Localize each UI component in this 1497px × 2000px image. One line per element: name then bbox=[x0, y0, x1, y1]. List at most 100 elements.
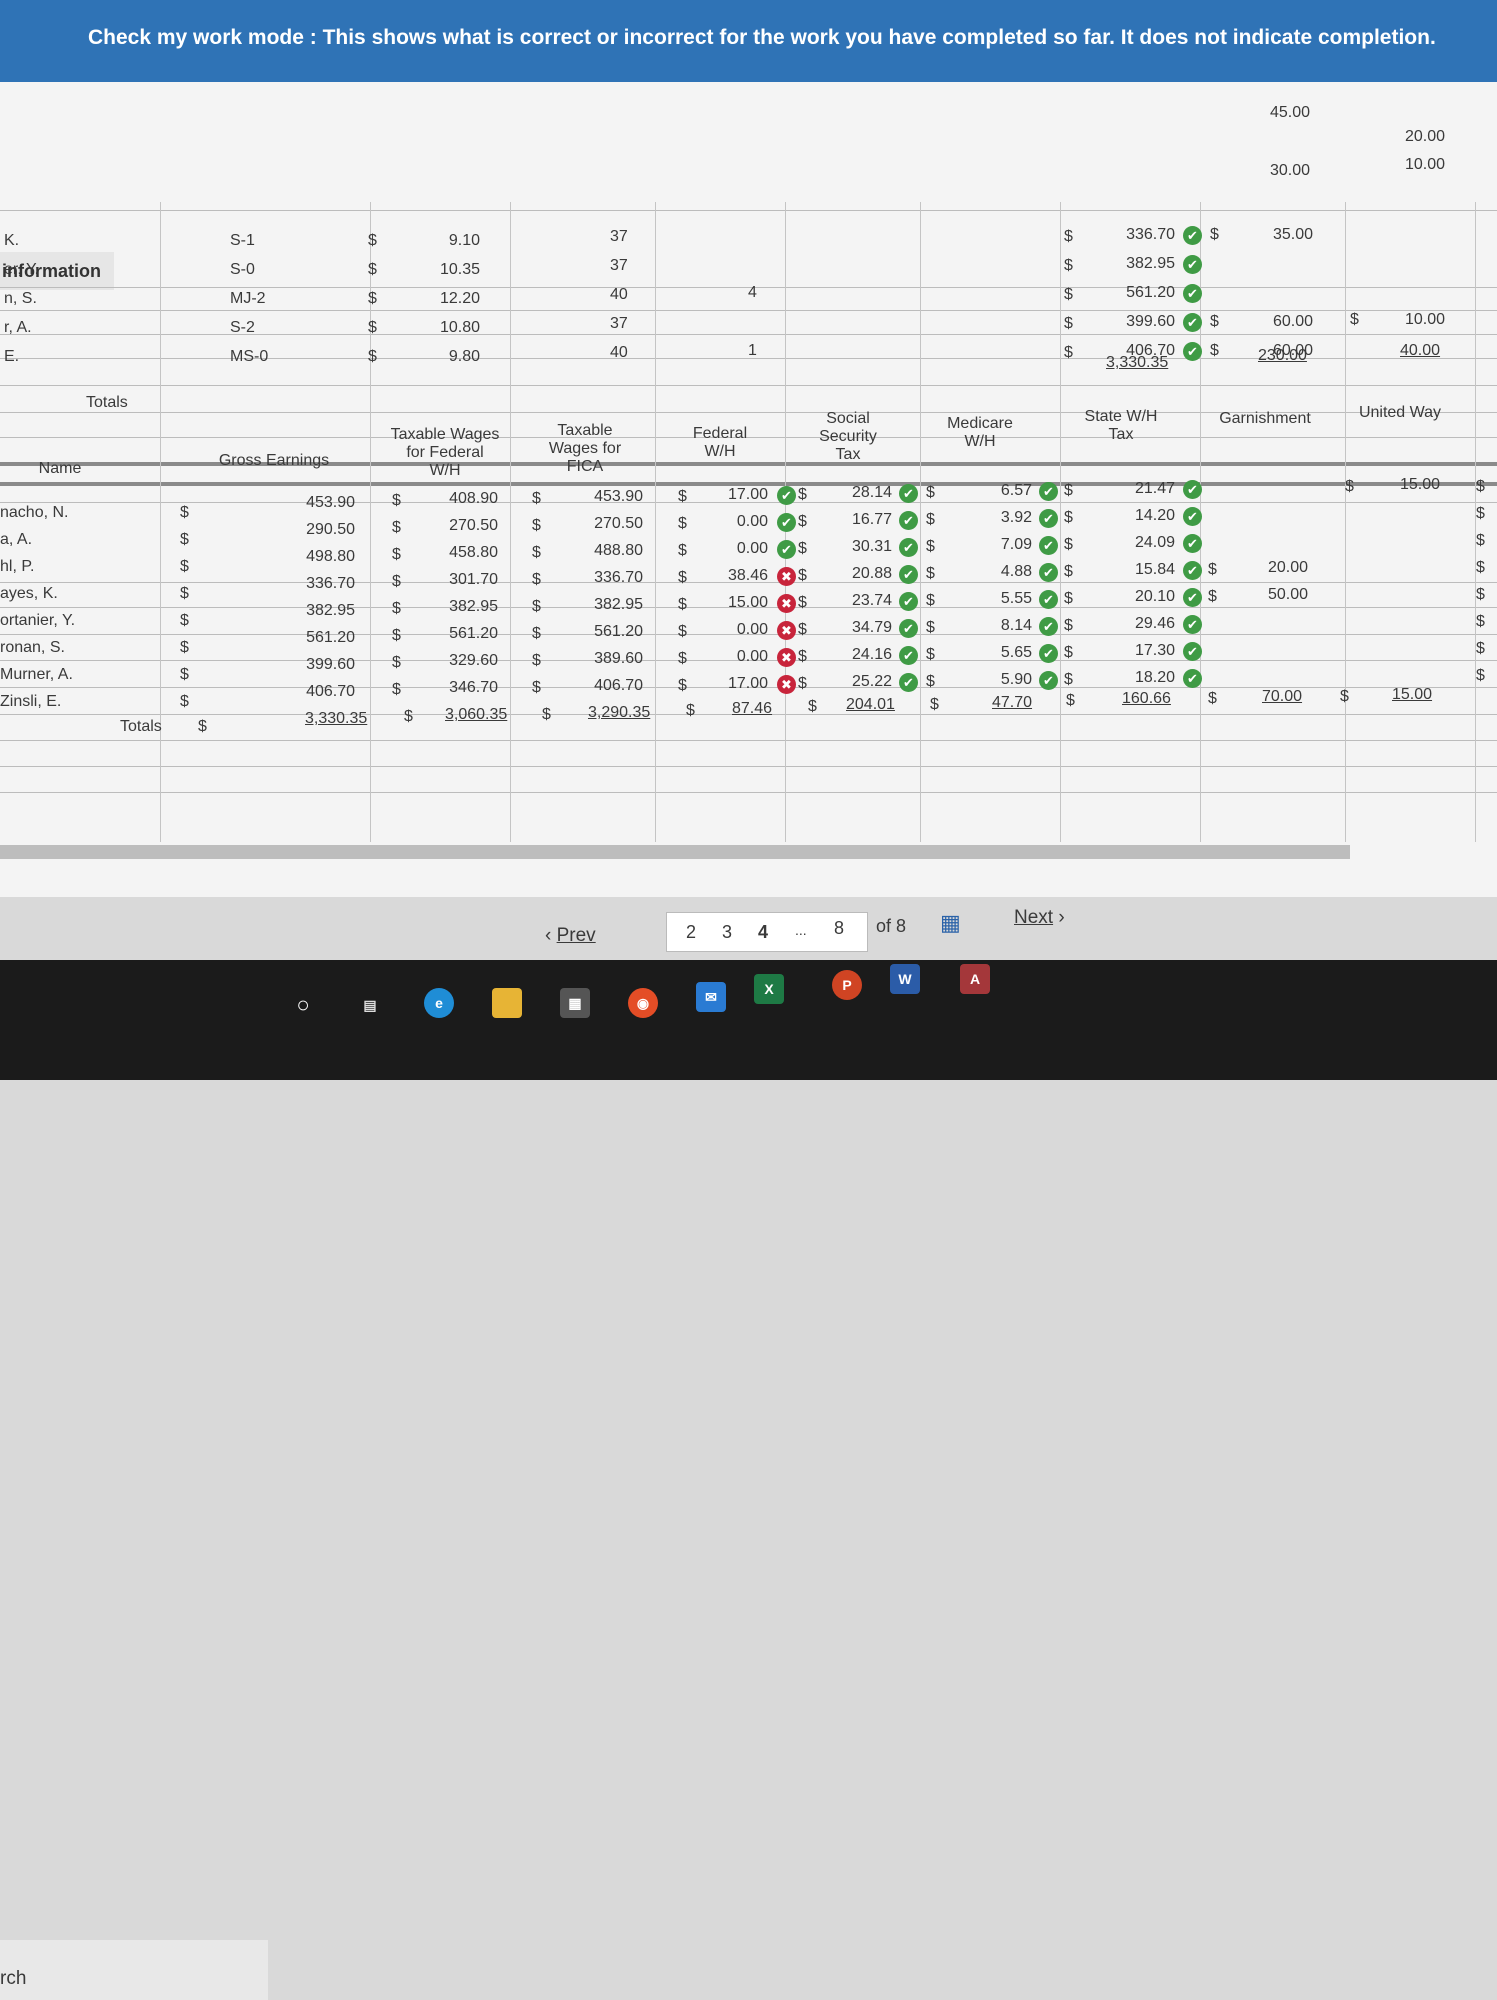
medicare-cell[interactable]: 8.14 bbox=[960, 617, 1032, 635]
top-row-total[interactable]: 561.20 bbox=[1100, 284, 1175, 302]
social-security-cell[interactable]: 16.77 bbox=[820, 511, 892, 529]
taxable-fica-cell[interactable]: 453.90 bbox=[555, 488, 643, 506]
federal-wh-cell[interactable]: 0.00 bbox=[700, 621, 768, 639]
social-security-cell[interactable]: 20.88 bbox=[820, 565, 892, 583]
top-row-hours[interactable]: 40 bbox=[610, 344, 628, 362]
federal-wh-cell[interactable]: 15.00 bbox=[700, 594, 768, 612]
garnishment-cell[interactable]: 50.00 bbox=[1240, 586, 1308, 604]
taxable-fica-cell[interactable]: 336.70 bbox=[555, 569, 643, 587]
social-security-cell[interactable]: 23.74 bbox=[820, 592, 892, 610]
taxable-federal-cell[interactable]: 270.50 bbox=[410, 517, 498, 535]
top-row-total[interactable]: 336.70 bbox=[1100, 226, 1175, 244]
state-wh-cell[interactable]: 15.84 bbox=[1100, 561, 1175, 579]
top-united-way-2[interactable]: 10.00 bbox=[1405, 156, 1445, 174]
taxable-fica-cell[interactable]: 382.95 bbox=[555, 596, 643, 614]
prev-button[interactable]: ‹ Prev bbox=[545, 925, 596, 947]
next-button[interactable]: Next › bbox=[1014, 907, 1065, 929]
powerpoint-icon[interactable]: P bbox=[832, 970, 862, 1000]
excel-icon[interactable]: X bbox=[754, 974, 784, 1004]
social-security-cell[interactable]: 30.31 bbox=[820, 538, 892, 556]
state-wh-cell[interactable]: 17.30 bbox=[1100, 642, 1175, 660]
currency-sign: $ bbox=[532, 679, 541, 696]
federal-wh-cell[interactable]: 17.00 bbox=[700, 675, 768, 693]
top-garnishment-2[interactable]: 30.00 bbox=[1270, 162, 1310, 180]
taxable-federal-cell[interactable]: 382.95 bbox=[410, 598, 498, 616]
top-row-fed-allowance[interactable]: 4 bbox=[748, 284, 757, 302]
top-row-fed-allowance[interactable]: 1 bbox=[748, 342, 757, 360]
edge-icon[interactable]: e bbox=[424, 988, 454, 1018]
store-icon[interactable]: ▦ bbox=[560, 988, 590, 1018]
state-wh-cell[interactable]: 20.10 bbox=[1100, 588, 1175, 606]
page-3[interactable]: 3 bbox=[722, 922, 732, 943]
top-row-hours[interactable]: 37 bbox=[610, 228, 628, 246]
taxable-fica-cell[interactable]: 488.80 bbox=[555, 542, 643, 560]
state-wh-cell[interactable]: 29.46 bbox=[1100, 615, 1175, 633]
grid-icon[interactable]: ▦ bbox=[940, 910, 961, 936]
top-row-garnishment[interactable]: 60.00 bbox=[1245, 313, 1313, 331]
currency-sign: $ bbox=[532, 571, 541, 588]
taxable-fica-cell[interactable]: 561.20 bbox=[555, 623, 643, 641]
taxable-federal-cell[interactable]: 346.70 bbox=[410, 679, 498, 697]
social-security-cell[interactable]: 28.14 bbox=[820, 484, 892, 502]
top-row-rate[interactable]: 9.10 bbox=[400, 232, 480, 250]
social-security-cell[interactable]: 34.79 bbox=[820, 619, 892, 637]
top-row-hours[interactable]: 40 bbox=[610, 286, 628, 304]
medicare-cell[interactable]: 5.55 bbox=[960, 590, 1032, 608]
medicare-cell[interactable]: 6.57 bbox=[960, 482, 1032, 500]
page-4[interactable]: 4 bbox=[758, 922, 768, 943]
federal-wh-cell[interactable]: 0.00 bbox=[700, 648, 768, 666]
top-united-way-1[interactable]: 20.00 bbox=[1405, 128, 1445, 146]
taxable-federal-cell[interactable]: 408.90 bbox=[410, 490, 498, 508]
page-2[interactable]: 2 bbox=[686, 922, 696, 943]
top-row-hours[interactable]: 37 bbox=[610, 257, 628, 275]
taxable-federal-cell[interactable]: 561.20 bbox=[410, 625, 498, 643]
taxable-federal-cell[interactable]: 458.80 bbox=[410, 544, 498, 562]
top-row-total[interactable]: 382.95 bbox=[1100, 255, 1175, 273]
medicare-cell[interactable]: 5.65 bbox=[960, 644, 1032, 662]
medicare-cell[interactable]: 4.88 bbox=[960, 563, 1032, 581]
medicare-cell[interactable]: 7.09 bbox=[960, 536, 1032, 554]
taxable-fica-cell[interactable]: 270.50 bbox=[555, 515, 643, 533]
social-security-cell[interactable]: 25.22 bbox=[820, 673, 892, 691]
federal-wh-cell[interactable]: 38.46 bbox=[700, 567, 768, 585]
federal-wh-cell[interactable]: 17.00 bbox=[700, 486, 768, 504]
state-wh-cell[interactable]: 24.09 bbox=[1100, 534, 1175, 552]
folder-icon[interactable] bbox=[492, 988, 522, 1018]
gross-earnings-cell: 406.70 bbox=[306, 683, 355, 700]
top-row-rate[interactable]: 12.20 bbox=[400, 290, 480, 308]
medicare-cell[interactable]: 3.92 bbox=[960, 509, 1032, 527]
social-security-cell[interactable]: 24.16 bbox=[820, 646, 892, 664]
mail-icon[interactable]: ✉ bbox=[696, 982, 726, 1012]
horizontal-scrollbar[interactable] bbox=[0, 845, 1350, 859]
taxable-federal-cell[interactable]: 329.60 bbox=[410, 652, 498, 670]
word-icon[interactable]: W bbox=[890, 964, 920, 994]
chrome-icon[interactable]: ◉ bbox=[628, 988, 658, 1018]
state-wh-cell[interactable]: 18.20 bbox=[1100, 669, 1175, 687]
check-mode-banner: Check my work mode : This shows what is … bbox=[0, 0, 1497, 82]
medicare-cell[interactable]: 5.90 bbox=[960, 671, 1032, 689]
taxable-federal-cell[interactable]: 301.70 bbox=[410, 571, 498, 589]
state-wh-cell[interactable]: 21.47 bbox=[1100, 480, 1175, 498]
taxable-fica-cell[interactable]: 406.70 bbox=[555, 677, 643, 695]
top-row-hours[interactable]: 37 bbox=[610, 315, 628, 333]
state-wh-cell[interactable]: 14.20 bbox=[1100, 507, 1175, 525]
access-icon[interactable]: A bbox=[960, 964, 990, 994]
currency-sign: $ bbox=[926, 673, 935, 690]
currency-sign: $ bbox=[542, 706, 551, 723]
task-view-icon[interactable]: ▤ bbox=[355, 990, 385, 1020]
page-8[interactable]: 8 bbox=[834, 918, 844, 939]
top-row-rate[interactable]: 9.80 bbox=[400, 348, 480, 366]
taxable-fica-cell[interactable]: 389.60 bbox=[555, 650, 643, 668]
garnishment-cell[interactable]: 20.00 bbox=[1240, 559, 1308, 577]
top-garnishment-1[interactable]: 45.00 bbox=[1270, 104, 1310, 122]
federal-wh-cell[interactable]: 0.00 bbox=[700, 513, 768, 531]
start-circle-icon[interactable]: ○ bbox=[288, 990, 318, 1020]
top-row-garnishment[interactable]: 35.00 bbox=[1245, 226, 1313, 244]
top-row-united-way[interactable]: 10.00 bbox=[1380, 311, 1445, 329]
united-way-cell[interactable]: 15.00 bbox=[1370, 476, 1440, 494]
top-row-total[interactable]: 399.60 bbox=[1100, 313, 1175, 331]
top-row-rate[interactable]: 10.35 bbox=[400, 261, 480, 279]
top-row-rate[interactable]: 10.80 bbox=[400, 319, 480, 337]
federal-wh-cell[interactable]: 0.00 bbox=[700, 540, 768, 558]
taskbar-search[interactable]: rch bbox=[0, 1940, 268, 2000]
